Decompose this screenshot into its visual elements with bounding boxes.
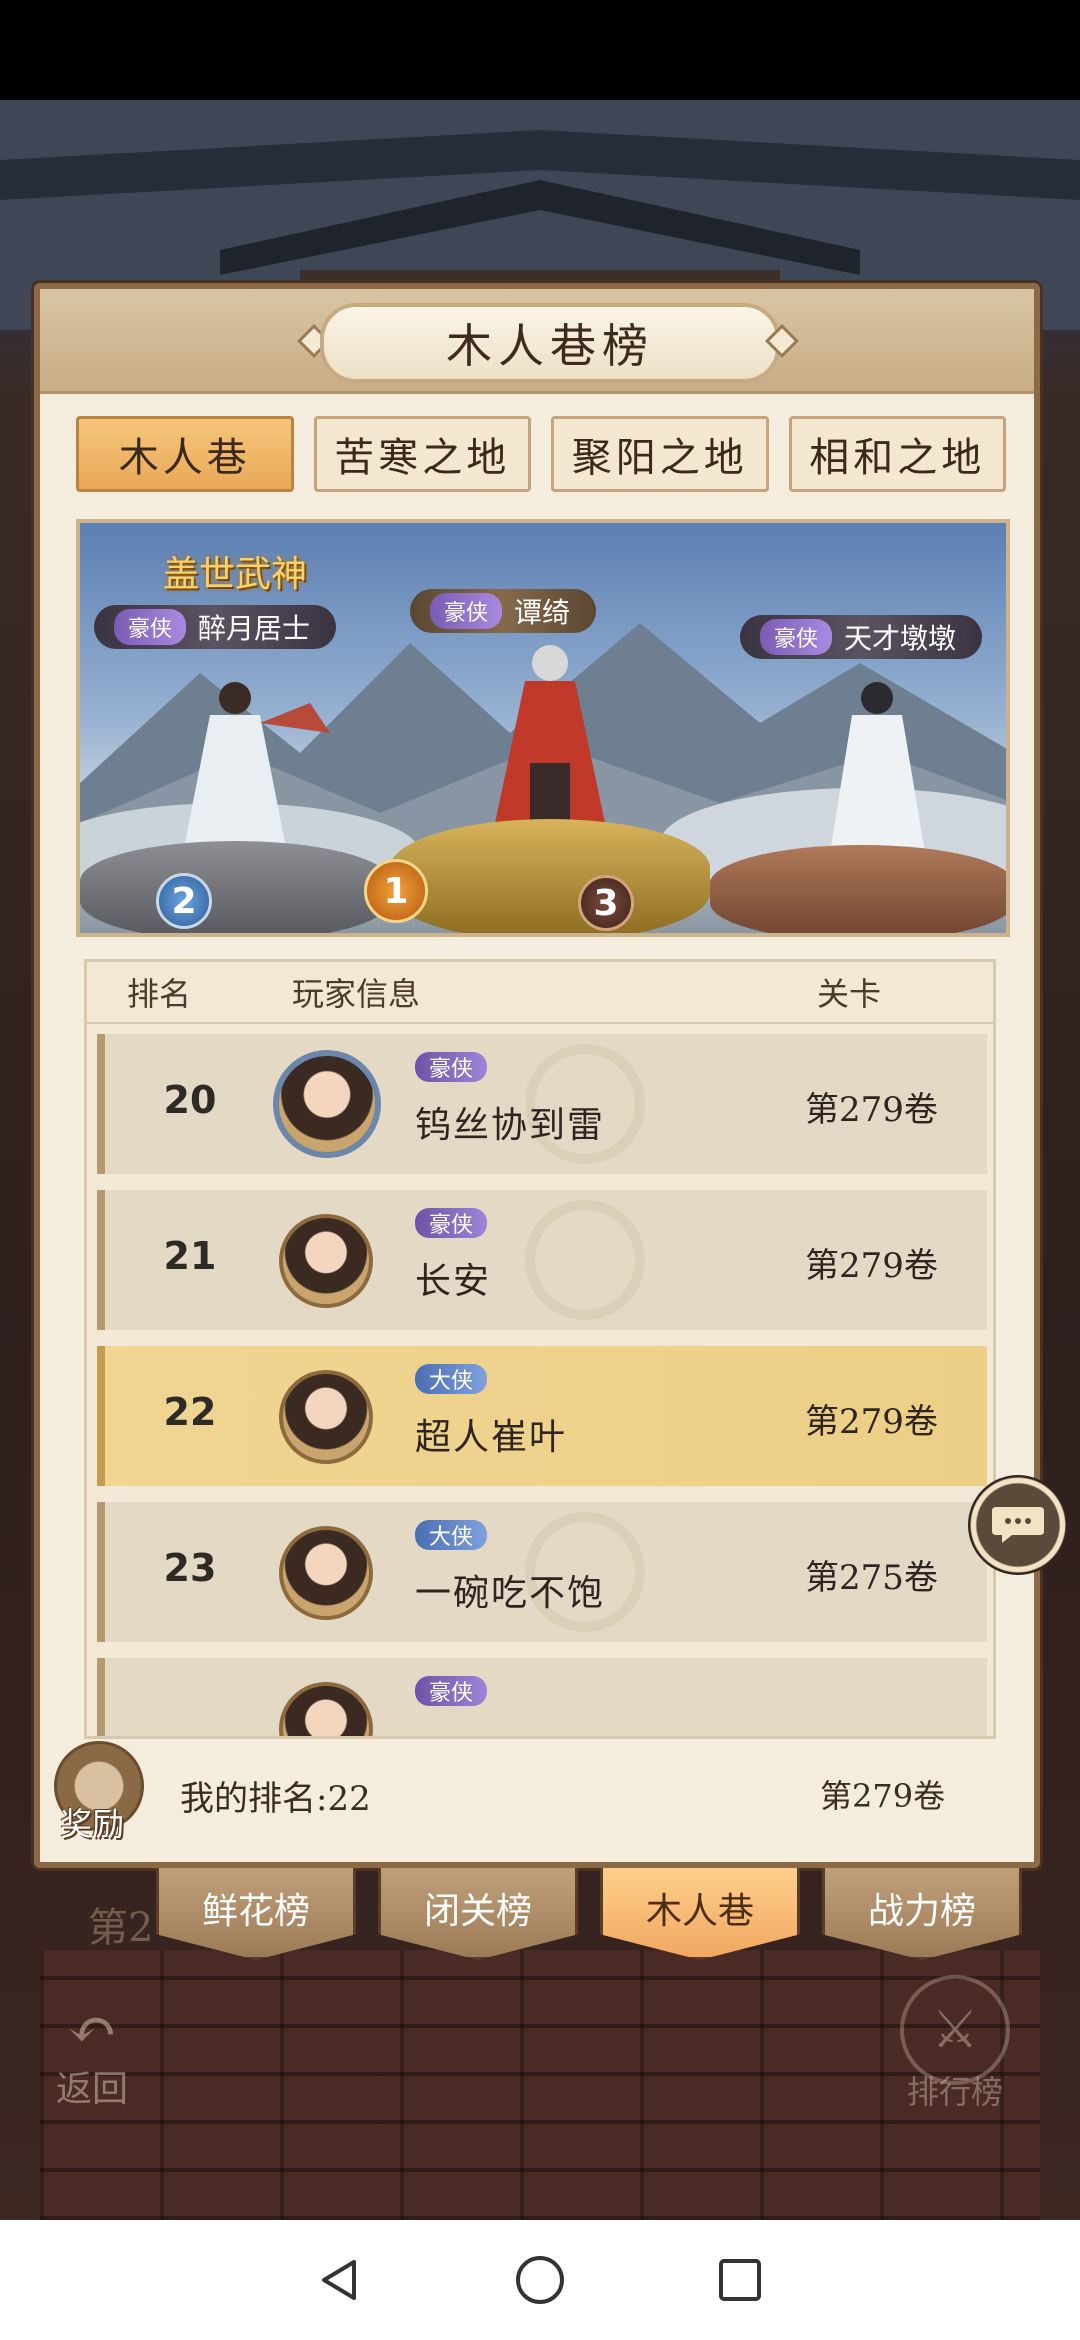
leaderboard-category-tabs: 鲜花榜 闭关榜 木人巷 战力榜: [156, 1868, 1026, 1968]
rank-1-badge: 1: [364, 859, 428, 923]
chat-bubble-glyph: [992, 1507, 1044, 1543]
rank-2-badge: 2: [156, 873, 212, 929]
back-arrow-icon: ↶: [66, 1995, 118, 2065]
ranking-button-label: 排行榜: [906, 2073, 1003, 2111]
tab-muren-lane-ranking[interactable]: 木人巷: [600, 1868, 800, 1960]
tab-power-ranking[interactable]: 战力榜: [822, 1868, 1022, 1960]
player-name: 超人崔叶: [415, 1417, 568, 1458]
row-rank: 21: [163, 1234, 217, 1278]
player-avatar[interactable]: [273, 1050, 381, 1158]
rank-3-badge: 3: [578, 875, 634, 931]
tab-flower-ranking[interactable]: 鲜花榜: [156, 1868, 356, 1960]
table-row[interactable]: 23 大侠 一碗吃不饱 第275卷: [97, 1502, 987, 1642]
tab-harmony[interactable]: 相和之地: [788, 416, 1006, 492]
my-rank-bar: 奖励 我的排名:22 第279卷: [40, 1741, 1034, 1859]
background-stage-text: 第2: [88, 1905, 154, 1951]
third-place-character: [830, 682, 925, 853]
table-row[interactable]: 20 豪侠 钨丝协到雷 第279卷: [97, 1034, 987, 1174]
player-title-badge: 豪侠: [415, 1208, 488, 1238]
player-title-badge: 大侠: [415, 1520, 488, 1550]
square-recent-icon[interactable]: [710, 2250, 770, 2310]
top-three-podium: 盖世武神 豪侠 醉月居士 豪侠 谭绮 豪侠 天才墩墩 2 1 3: [76, 519, 1010, 937]
ranking-button[interactable]: ⚔ 排行榜: [890, 1975, 1020, 2115]
first-place-pedestal: [390, 819, 710, 933]
player-title-badge: 豪侠: [415, 1676, 488, 1706]
tab-gathering-sun[interactable]: 聚阳之地: [551, 416, 769, 492]
row-rank: 22: [163, 1390, 217, 1434]
triangle-back-icon[interactable]: [310, 2250, 370, 2310]
player-avatar[interactable]: [279, 1370, 373, 1464]
status-bar: [0, 0, 1080, 100]
reward-button-label[interactable]: 奖励: [60, 1799, 124, 1845]
row-rank: 20: [163, 1078, 217, 1122]
panel-title: 木人巷榜: [320, 303, 780, 383]
player-name: 钨丝协到雷: [415, 1105, 606, 1146]
row-stage: 第279卷: [805, 1246, 938, 1286]
my-rank-text: 我的排名:22: [180, 1779, 371, 1819]
tab-muren-lane[interactable]: 木人巷: [76, 416, 294, 492]
android-navigation-bar: [0, 2220, 1080, 2340]
player-title-badge: 豪侠: [415, 1052, 488, 1082]
panel-header: 木人巷榜: [40, 289, 1034, 394]
second-place-pedestal: [80, 841, 390, 933]
row-stage: 第279卷: [805, 1090, 938, 1130]
back-button[interactable]: ↶ 返回: [32, 2000, 152, 2110]
header-stage: 关卡: [817, 975, 882, 1013]
player-title-badge: 大侠: [415, 1364, 488, 1394]
ranking-table[interactable]: 排名 玩家信息 关卡 20 豪侠 钨丝协到雷 第279卷 21 豪侠 长安 第2…: [84, 959, 996, 1739]
circle-home-icon[interactable]: [510, 2250, 570, 2310]
first-place-character: [495, 645, 605, 823]
table-row[interactable]: 21 豪侠 长安 第279卷: [97, 1190, 987, 1330]
player-name: 长安: [415, 1261, 492, 1302]
table-row[interactable]: 豪侠: [97, 1658, 987, 1736]
region-tabs: 木人巷 苦寒之地 聚阳之地 相和之地: [76, 416, 1006, 492]
my-rank-stage: 第279卷: [820, 1777, 946, 1815]
chat-bubble-icon[interactable]: [968, 1475, 1068, 1575]
second-place-character: [185, 682, 330, 843]
third-place-pedestal: [710, 845, 1006, 933]
row-rank: 23: [163, 1546, 217, 1590]
tab-bitter-cold[interactable]: 苦寒之地: [313, 416, 531, 492]
header-player-info: 玩家信息: [292, 975, 421, 1013]
tab-seclusion-ranking[interactable]: 闭关榜: [378, 1868, 578, 1960]
player-avatar[interactable]: [279, 1682, 373, 1736]
row-watermark: [525, 1200, 645, 1320]
table-header: 排名 玩家信息 关卡: [87, 962, 993, 1024]
player-avatar[interactable]: [279, 1214, 373, 1308]
player-name: 一碗吃不饱: [415, 1573, 606, 1614]
header-rank: 排名: [127, 975, 192, 1013]
table-row-my-rank[interactable]: 22 大侠 超人崔叶 第279卷: [97, 1346, 987, 1486]
player-avatar[interactable]: [279, 1526, 373, 1620]
leaderboard-panel: 木人巷榜 木人巷 苦寒之地 聚阳之地 相和之地 盖世武神 豪侠 醉月居士 豪侠 …: [34, 283, 1040, 1868]
back-button-label: 返回: [55, 2069, 128, 2110]
row-stage: 第279卷: [805, 1402, 938, 1442]
row-stage: 第275卷: [805, 1558, 938, 1598]
